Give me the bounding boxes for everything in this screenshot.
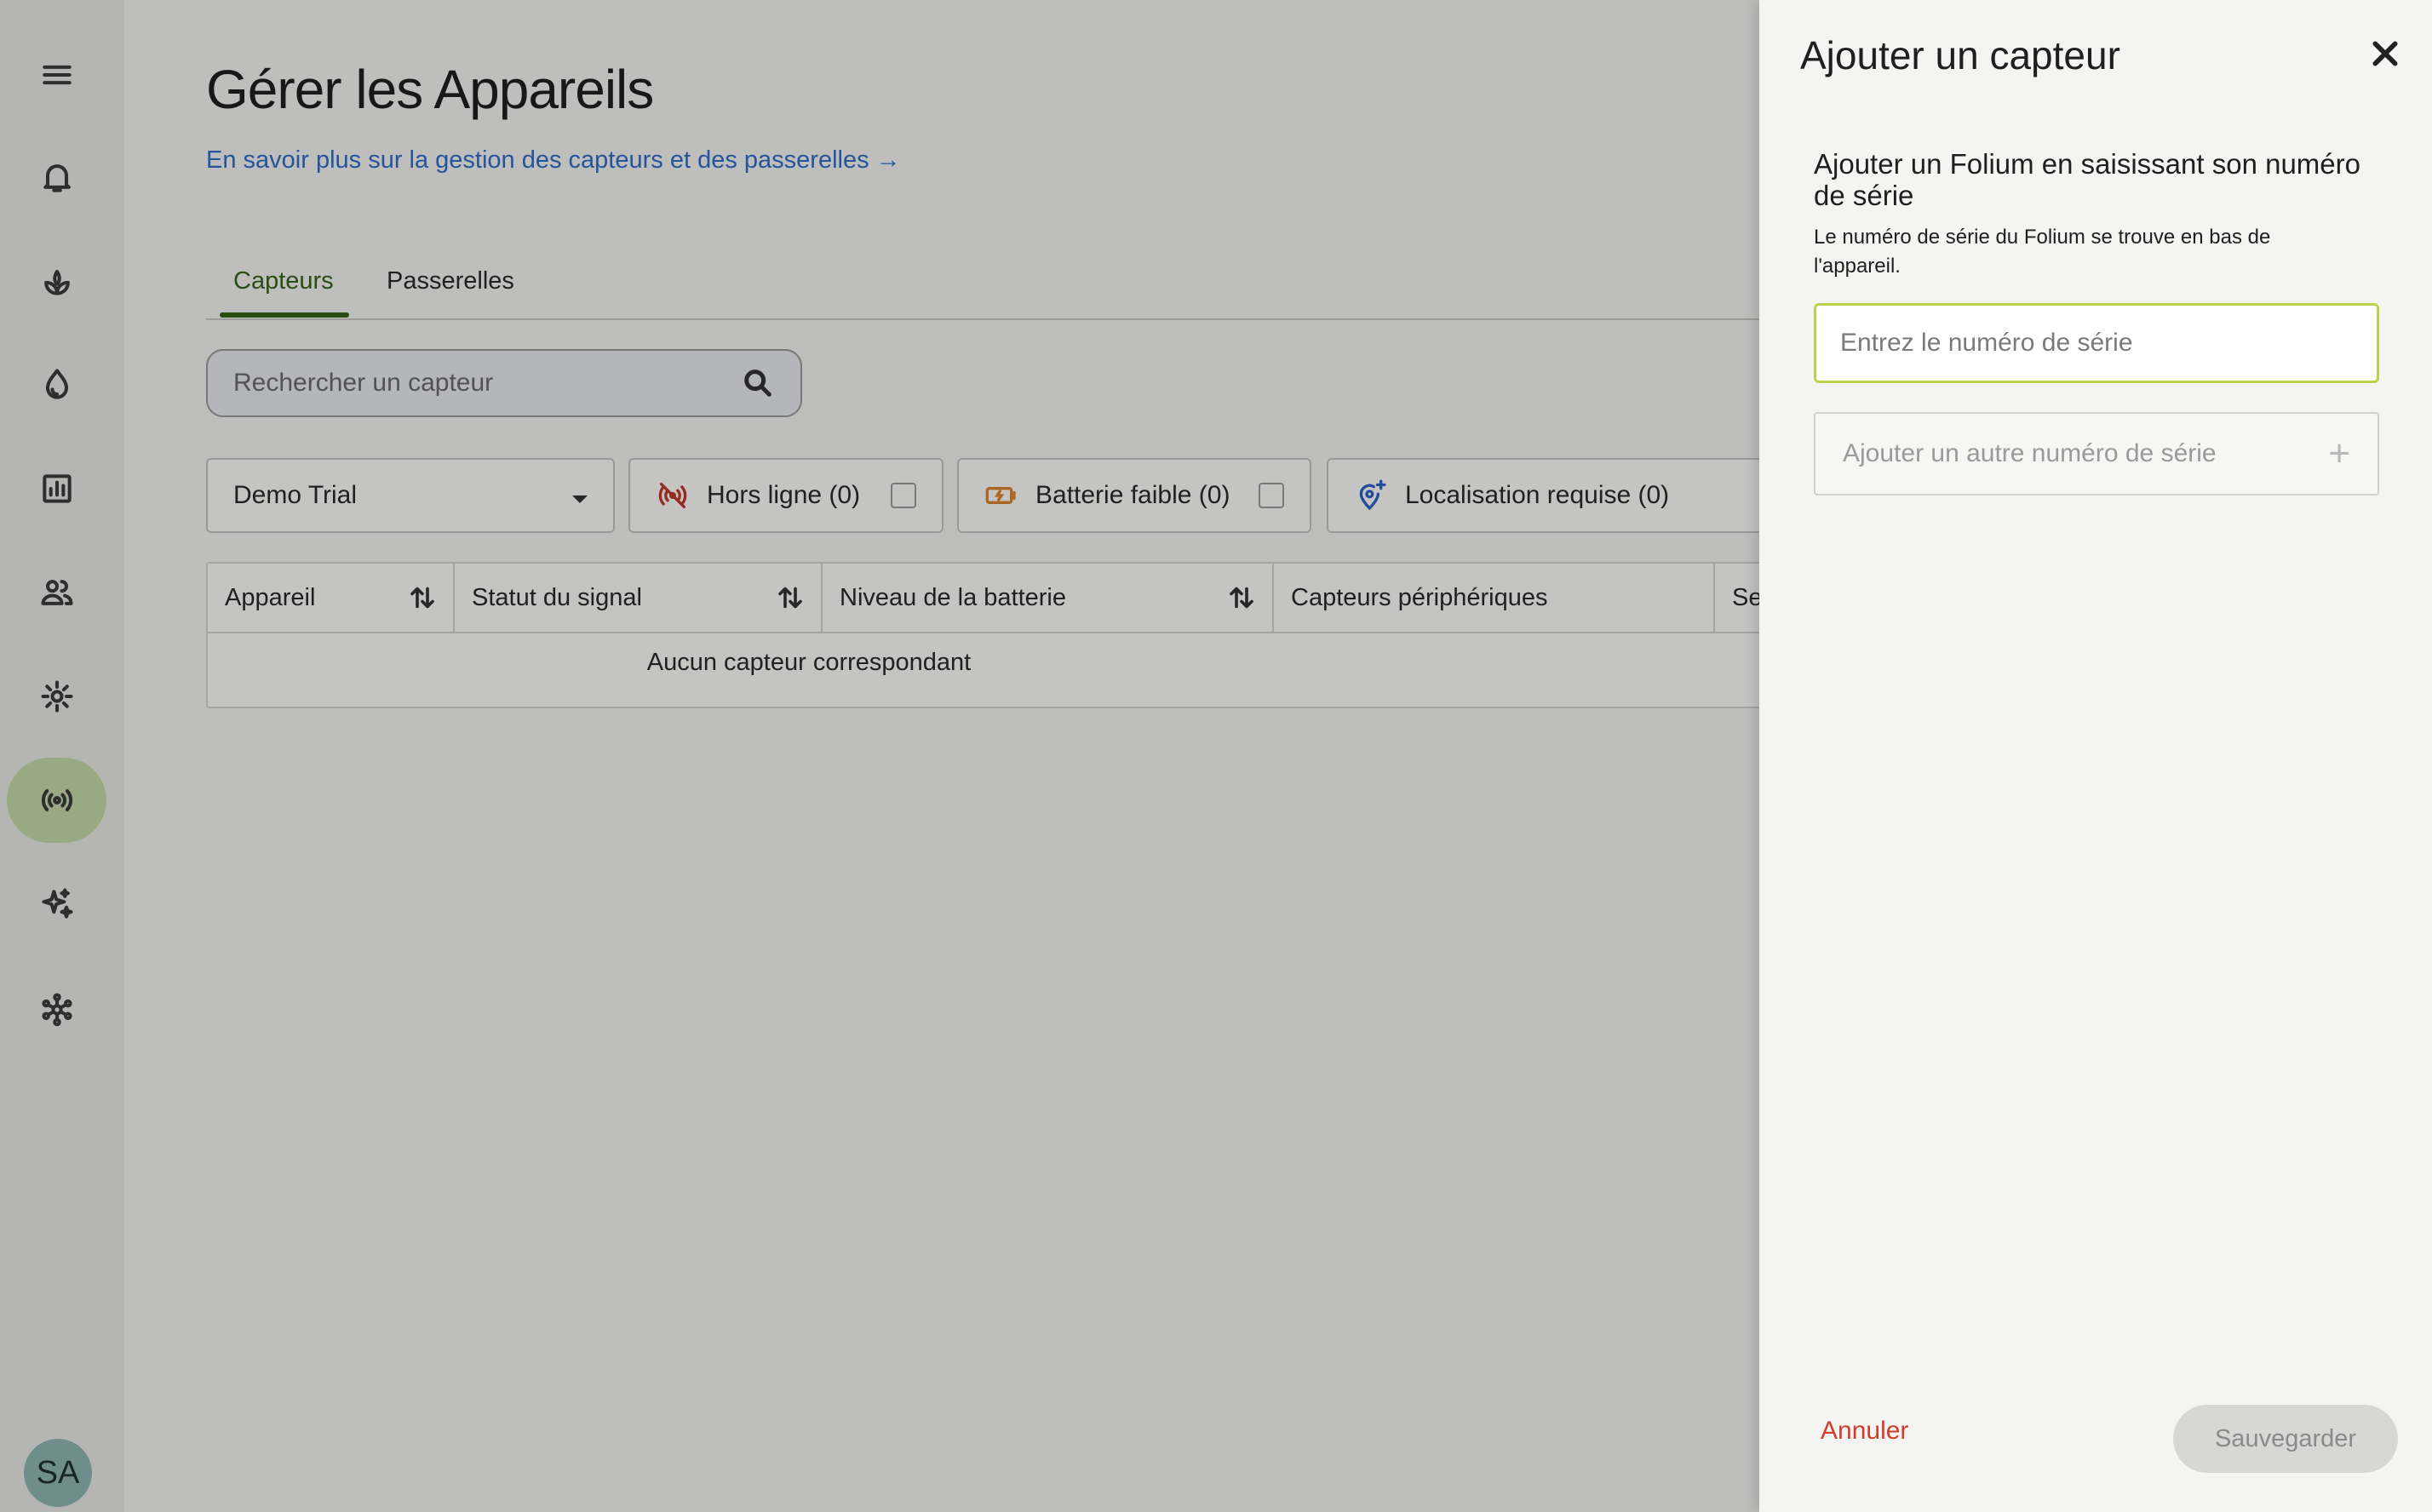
cancel-button[interactable]: Annuler: [1821, 1417, 1908, 1446]
close-icon: [2372, 41, 2398, 66]
add-another-serial-label: Ajouter un autre numéro de série: [1843, 439, 2217, 467]
modal-backdrop[interactable]: [0, 0, 1759, 1512]
close-button[interactable]: [2362, 31, 2408, 77]
drawer-title: Ajouter un capteur: [1800, 33, 2120, 77]
drawer-help-text: Le numéro de série du Folium se trouve e…: [1814, 226, 2271, 278]
plus-icon: +: [2328, 432, 2350, 474]
serial-number-input[interactable]: Entrez le numéro de série: [1814, 303, 2379, 383]
save-button[interactable]: Sauvegarder: [2173, 1405, 2398, 1473]
drawer-heading: Ajouter un Folium en saisissant son numé…: [1814, 148, 2360, 211]
add-sensor-drawer: Ajouter un capteur Ajouter un Folium en …: [1759, 0, 2432, 1512]
add-another-serial-button[interactable]: Ajouter un autre numéro de série +: [1814, 412, 2379, 495]
